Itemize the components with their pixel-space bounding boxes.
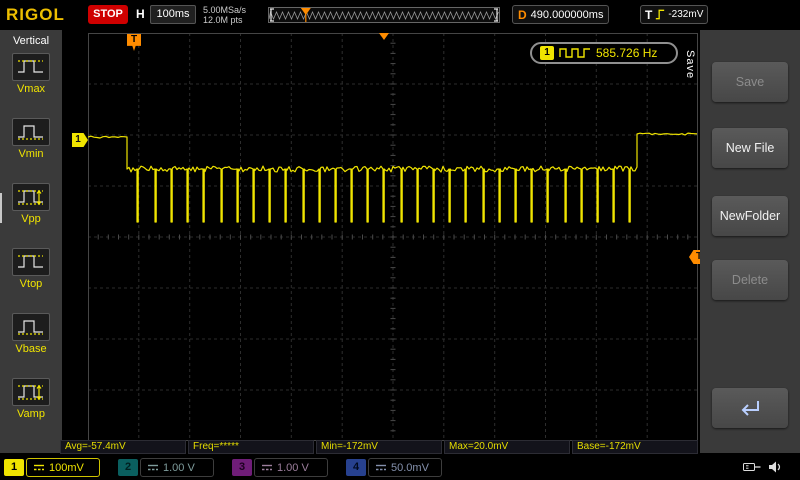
vpp-icon bbox=[12, 183, 50, 211]
vmin-icon bbox=[12, 118, 50, 146]
measure-item-label: Vmin bbox=[18, 148, 44, 160]
menu-button-save[interactable]: Save bbox=[712, 62, 788, 102]
menu-button-new-folder[interactable]: NewFolder bbox=[712, 196, 788, 236]
channel4-scale-value: 50.0mV bbox=[391, 461, 429, 474]
channel-bar: 1 100mV 2 1.00 V 3 1.00 V 4 50.0mV bbox=[0, 455, 800, 480]
memory-depth: 12.0M pts bbox=[203, 15, 243, 25]
return-arrow-icon bbox=[741, 401, 759, 416]
measurement-item[interactable]: Min=-172mV bbox=[316, 440, 442, 454]
measurement-item[interactable]: Avg=-57.4mV bbox=[60, 440, 186, 454]
measurement-bar: Avg=-57.4mV Freq=***** Min=-172mV Max=20… bbox=[60, 440, 698, 454]
channel3-badge[interactable]: 3 bbox=[232, 459, 252, 476]
measure-item-label: Vmax bbox=[16, 83, 46, 95]
channel2-badge[interactable]: 2 bbox=[118, 459, 138, 476]
measure-item-label: Vbase bbox=[15, 343, 47, 355]
measure-menu: Vertical Vmax Vmin Vpp Vtop Vbase Vamp bbox=[0, 30, 62, 453]
measure-item-label: Vamp bbox=[17, 408, 45, 420]
trigger-level-value: -232mV bbox=[668, 9, 704, 20]
usb-icon bbox=[743, 463, 761, 471]
frequency-value: 585.726 Hz bbox=[596, 46, 658, 60]
measurement-item[interactable]: Max=20.0mV bbox=[444, 440, 570, 454]
delay-readout: D 490.000000ms bbox=[512, 5, 610, 24]
dc-coupling-icon bbox=[262, 464, 272, 471]
channel1-level-marker[interactable]: 1 bbox=[72, 133, 88, 147]
rigol-logo: RIGOL bbox=[6, 5, 65, 24]
channel4-scale[interactable]: 50.0mV bbox=[368, 458, 442, 477]
trigger-edge-icon bbox=[656, 9, 665, 20]
dc-coupling-icon bbox=[34, 464, 44, 471]
delay-reference-marker bbox=[379, 33, 389, 40]
memory-position-bar[interactable] bbox=[268, 7, 500, 23]
channel2-scale-value: 1.00 V bbox=[163, 461, 195, 474]
measure-item-vbase[interactable]: Vbase bbox=[0, 308, 62, 373]
run-state-badge[interactable]: STOP bbox=[88, 5, 128, 24]
menu-button-back[interactable] bbox=[712, 388, 788, 428]
measurement-item[interactable]: Freq=***** bbox=[188, 440, 314, 454]
measure-item-label: Vtop bbox=[19, 278, 43, 290]
vamp-icon bbox=[12, 378, 50, 406]
delay-value: 490.000000ms bbox=[530, 8, 604, 21]
measure-item-vamp[interactable]: Vamp bbox=[0, 373, 62, 438]
dc-coupling-icon bbox=[148, 464, 158, 471]
vmax-icon bbox=[12, 53, 50, 81]
channel1-status[interactable]: 1 100mV bbox=[4, 458, 100, 477]
measure-item-vpp[interactable]: Vpp bbox=[0, 178, 62, 243]
timebase-value[interactable]: 100ms bbox=[150, 5, 196, 24]
speaker-icon[interactable] bbox=[768, 460, 784, 474]
acquisition-info: 5.00MSa/s 12.0M pts bbox=[203, 5, 246, 25]
channel3-scale[interactable]: 1.00 V bbox=[254, 458, 328, 477]
measure-item-vmax[interactable]: Vmax bbox=[0, 48, 62, 113]
channel2-scale[interactable]: 1.00 V bbox=[140, 458, 214, 477]
frequency-counter: 1 585.726 Hz bbox=[530, 42, 678, 64]
channel2-status[interactable]: 2 1.00 V bbox=[118, 458, 214, 477]
square-wave-icon bbox=[559, 48, 590, 58]
channel4-badge[interactable]: 4 bbox=[346, 459, 366, 476]
horizontal-label: H bbox=[136, 7, 145, 21]
vbase-icon bbox=[12, 313, 50, 341]
status-bar: RIGOL STOP H 100ms 5.00MSa/s 12.0M pts D… bbox=[0, 0, 800, 30]
dc-coupling-icon bbox=[376, 464, 386, 471]
channel3-status[interactable]: 3 1.00 V bbox=[232, 458, 328, 477]
delay-label: D bbox=[518, 7, 527, 22]
vtop-icon bbox=[12, 248, 50, 276]
measure-item-label: Vpp bbox=[21, 213, 41, 225]
channel4-status[interactable]: 4 50.0mV bbox=[346, 458, 442, 477]
save-menu: Save New File NewFolder Delete bbox=[700, 30, 800, 453]
trigger-label: T bbox=[645, 7, 653, 22]
memory-waveform-preview bbox=[269, 8, 499, 22]
measure-menu-title: Vertical bbox=[12, 35, 50, 47]
menu-tab-title: Save bbox=[684, 50, 696, 80]
trigger-readout: T -232mV bbox=[640, 5, 709, 24]
menu-button-new-file[interactable]: New File bbox=[712, 128, 788, 168]
menu-scrollbar[interactable] bbox=[0, 193, 2, 223]
measure-item-vtop[interactable]: Vtop bbox=[0, 243, 62, 308]
channel1-badge[interactable]: 1 bbox=[4, 459, 24, 476]
counter-channel-badge: 1 bbox=[540, 46, 554, 60]
menu-button-delete[interactable]: Delete bbox=[712, 260, 788, 300]
waveform-display bbox=[88, 33, 698, 441]
sample-rate: 5.00MSa/s bbox=[203, 5, 247, 15]
channel1-scale[interactable]: 100mV bbox=[26, 458, 100, 477]
channel3-scale-value: 1.00 V bbox=[277, 461, 309, 474]
channel1-scale-value: 100mV bbox=[49, 461, 84, 474]
oscilloscope-ui: RIGOL STOP H 100ms 5.00MSa/s 12.0M pts D… bbox=[0, 0, 800, 480]
measurement-item[interactable]: Base=-172mV bbox=[572, 440, 698, 454]
measure-item-vmin[interactable]: Vmin bbox=[0, 113, 62, 178]
